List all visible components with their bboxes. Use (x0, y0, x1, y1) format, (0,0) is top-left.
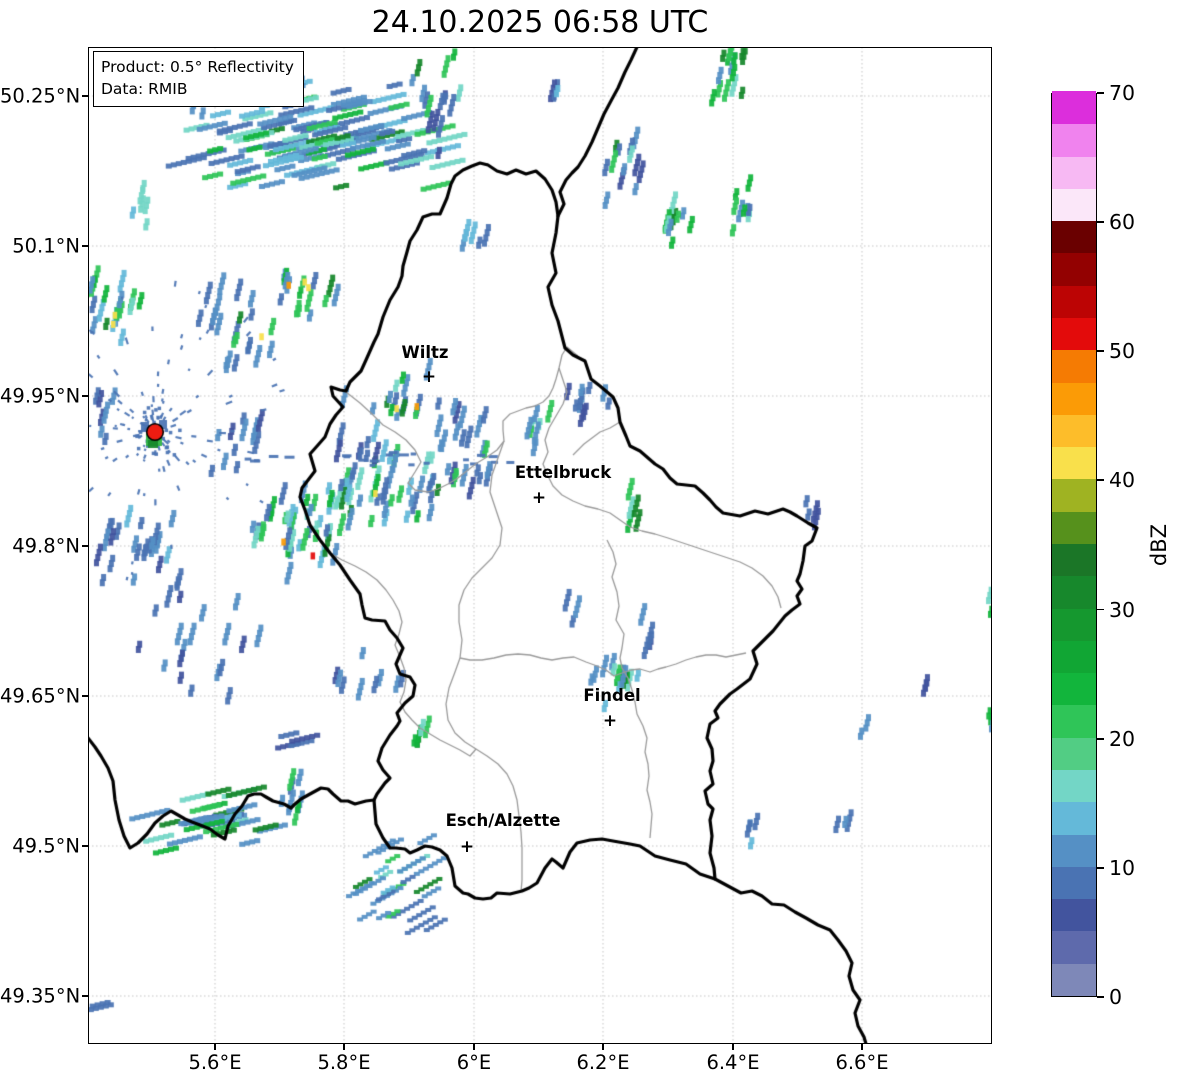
lat-tick-mark (82, 245, 88, 247)
colorbar-tick-label: 50 (1109, 339, 1136, 364)
lon-tick-label: 5.8°E (317, 1051, 371, 1074)
lon-tick-mark (214, 1044, 216, 1050)
lon-tick-mark (861, 1044, 863, 1050)
page-title: 24.10.2025 06:58 UTC (371, 5, 709, 40)
lon-tick-mark (343, 1044, 345, 1050)
lat-tick-mark (82, 695, 88, 697)
colorbar-segment (1052, 801, 1096, 835)
city-label-ettelbruck: Ettelbruck (514, 463, 612, 482)
colorbar-segment (1052, 220, 1096, 254)
lat-tick-mark (82, 545, 88, 547)
city-plus-marker: + (531, 487, 547, 508)
lon-tick-mark (473, 1044, 475, 1050)
colorbar-tick-label: 70 (1109, 81, 1136, 105)
colorbar-segment (1052, 672, 1096, 706)
lat-tick-mark (82, 395, 88, 397)
colorbar-tick-mark (1097, 350, 1104, 353)
colorbar-segment (1052, 640, 1096, 674)
colorbar-tick-mark (1097, 608, 1104, 611)
city-label-esch-alzette: Esch/Alzette (445, 811, 561, 830)
colorbar-segment (1052, 575, 1096, 609)
lat-tick-mark (82, 95, 88, 97)
colorbar-segment (1052, 123, 1096, 157)
lat-tick-label: 49.8°N (12, 534, 80, 558)
city-label-wiltz: Wiltz (401, 343, 449, 362)
colorbar-segment (1052, 833, 1096, 867)
colorbar-segment (1052, 963, 1096, 996)
lon-tick-label: 6°E (456, 1051, 492, 1074)
colorbar-axis-label: dBZ (1147, 523, 1171, 567)
colorbar-tick-mark (1097, 737, 1104, 740)
product-line: Product: 0.5° Reflectivity (101, 58, 294, 76)
colorbar-segment (1052, 704, 1096, 738)
colorbar-segment (1052, 930, 1096, 964)
lon-tick-mark (732, 1044, 734, 1050)
colorbar-tick-label: 60 (1109, 210, 1136, 235)
colorbar-segment (1052, 349, 1096, 383)
lat-tick-label: 49.65°N (0, 684, 81, 708)
lon-tick-label: 6.2°E (576, 1051, 630, 1074)
colorbar-tick-mark (1097, 92, 1104, 94)
radar-figure: 24.10.2025 06:58 UTC Product: 0.5° Refle… (0, 0, 1184, 1081)
colorbar-segment (1052, 446, 1096, 480)
colorbar-tick-label: 0 (1109, 985, 1123, 1009)
lat-tick-label: 49.5°N (12, 834, 80, 858)
lat-tick-label: 50.1°N (12, 234, 80, 258)
colorbar-tick-label: 20 (1109, 726, 1136, 751)
colorbar-segment (1052, 381, 1096, 415)
colorbar-segment (1052, 511, 1096, 544)
colorbar-segment (1052, 285, 1096, 318)
colorbar-tick-label: 30 (1109, 597, 1136, 622)
colorbar (1051, 91, 1097, 997)
city-plus-marker: + (421, 366, 437, 387)
city-label-findel: Findel (583, 686, 641, 705)
data-source-line: Data: RMIB (101, 80, 188, 99)
colorbar-tick-mark (1097, 479, 1104, 482)
colorbar-tick-mark (1097, 866, 1104, 869)
lat-tick-label: 50.25°N (0, 84, 81, 108)
lon-tick-label: 5.6°E (188, 1051, 242, 1074)
colorbar-segment (1052, 607, 1096, 641)
colorbar-segment (1052, 543, 1096, 577)
colorbar-tick-mark (1097, 996, 1104, 998)
lon-tick-label: 6.4°E (706, 1051, 760, 1074)
product-annotation-box: Product: 0.5° Reflectivity Data: RMIB (93, 51, 304, 107)
colorbar-segment (1052, 155, 1096, 189)
colorbar-tick-label: 40 (1109, 468, 1136, 493)
city-plus-marker: + (459, 836, 475, 857)
colorbar-segment (1052, 317, 1096, 351)
colorbar-segment (1052, 188, 1096, 222)
colorbar-segment (1052, 91, 1096, 125)
colorbar-segment (1052, 252, 1096, 286)
colorbar-segment (1052, 737, 1096, 770)
lon-tick-label: 6.6°E (835, 1051, 889, 1074)
colorbar-tick-mark (1097, 221, 1104, 223)
lat-tick-label: 49.35°N (0, 984, 81, 1008)
colorbar-segment (1052, 866, 1096, 900)
lon-tick-mark (602, 1044, 604, 1050)
colorbar-segment (1052, 769, 1096, 803)
lat-tick-label: 49.95°N (0, 384, 81, 408)
lat-tick-mark (82, 845, 88, 847)
colorbar-segment (1052, 414, 1096, 448)
lat-tick-mark (82, 995, 88, 997)
plot-frame (88, 47, 992, 1044)
city-plus-marker: + (602, 710, 618, 731)
colorbar-segment (1052, 478, 1096, 512)
colorbar-tick-label: 10 (1109, 855, 1136, 880)
colorbar-segment (1052, 898, 1096, 932)
